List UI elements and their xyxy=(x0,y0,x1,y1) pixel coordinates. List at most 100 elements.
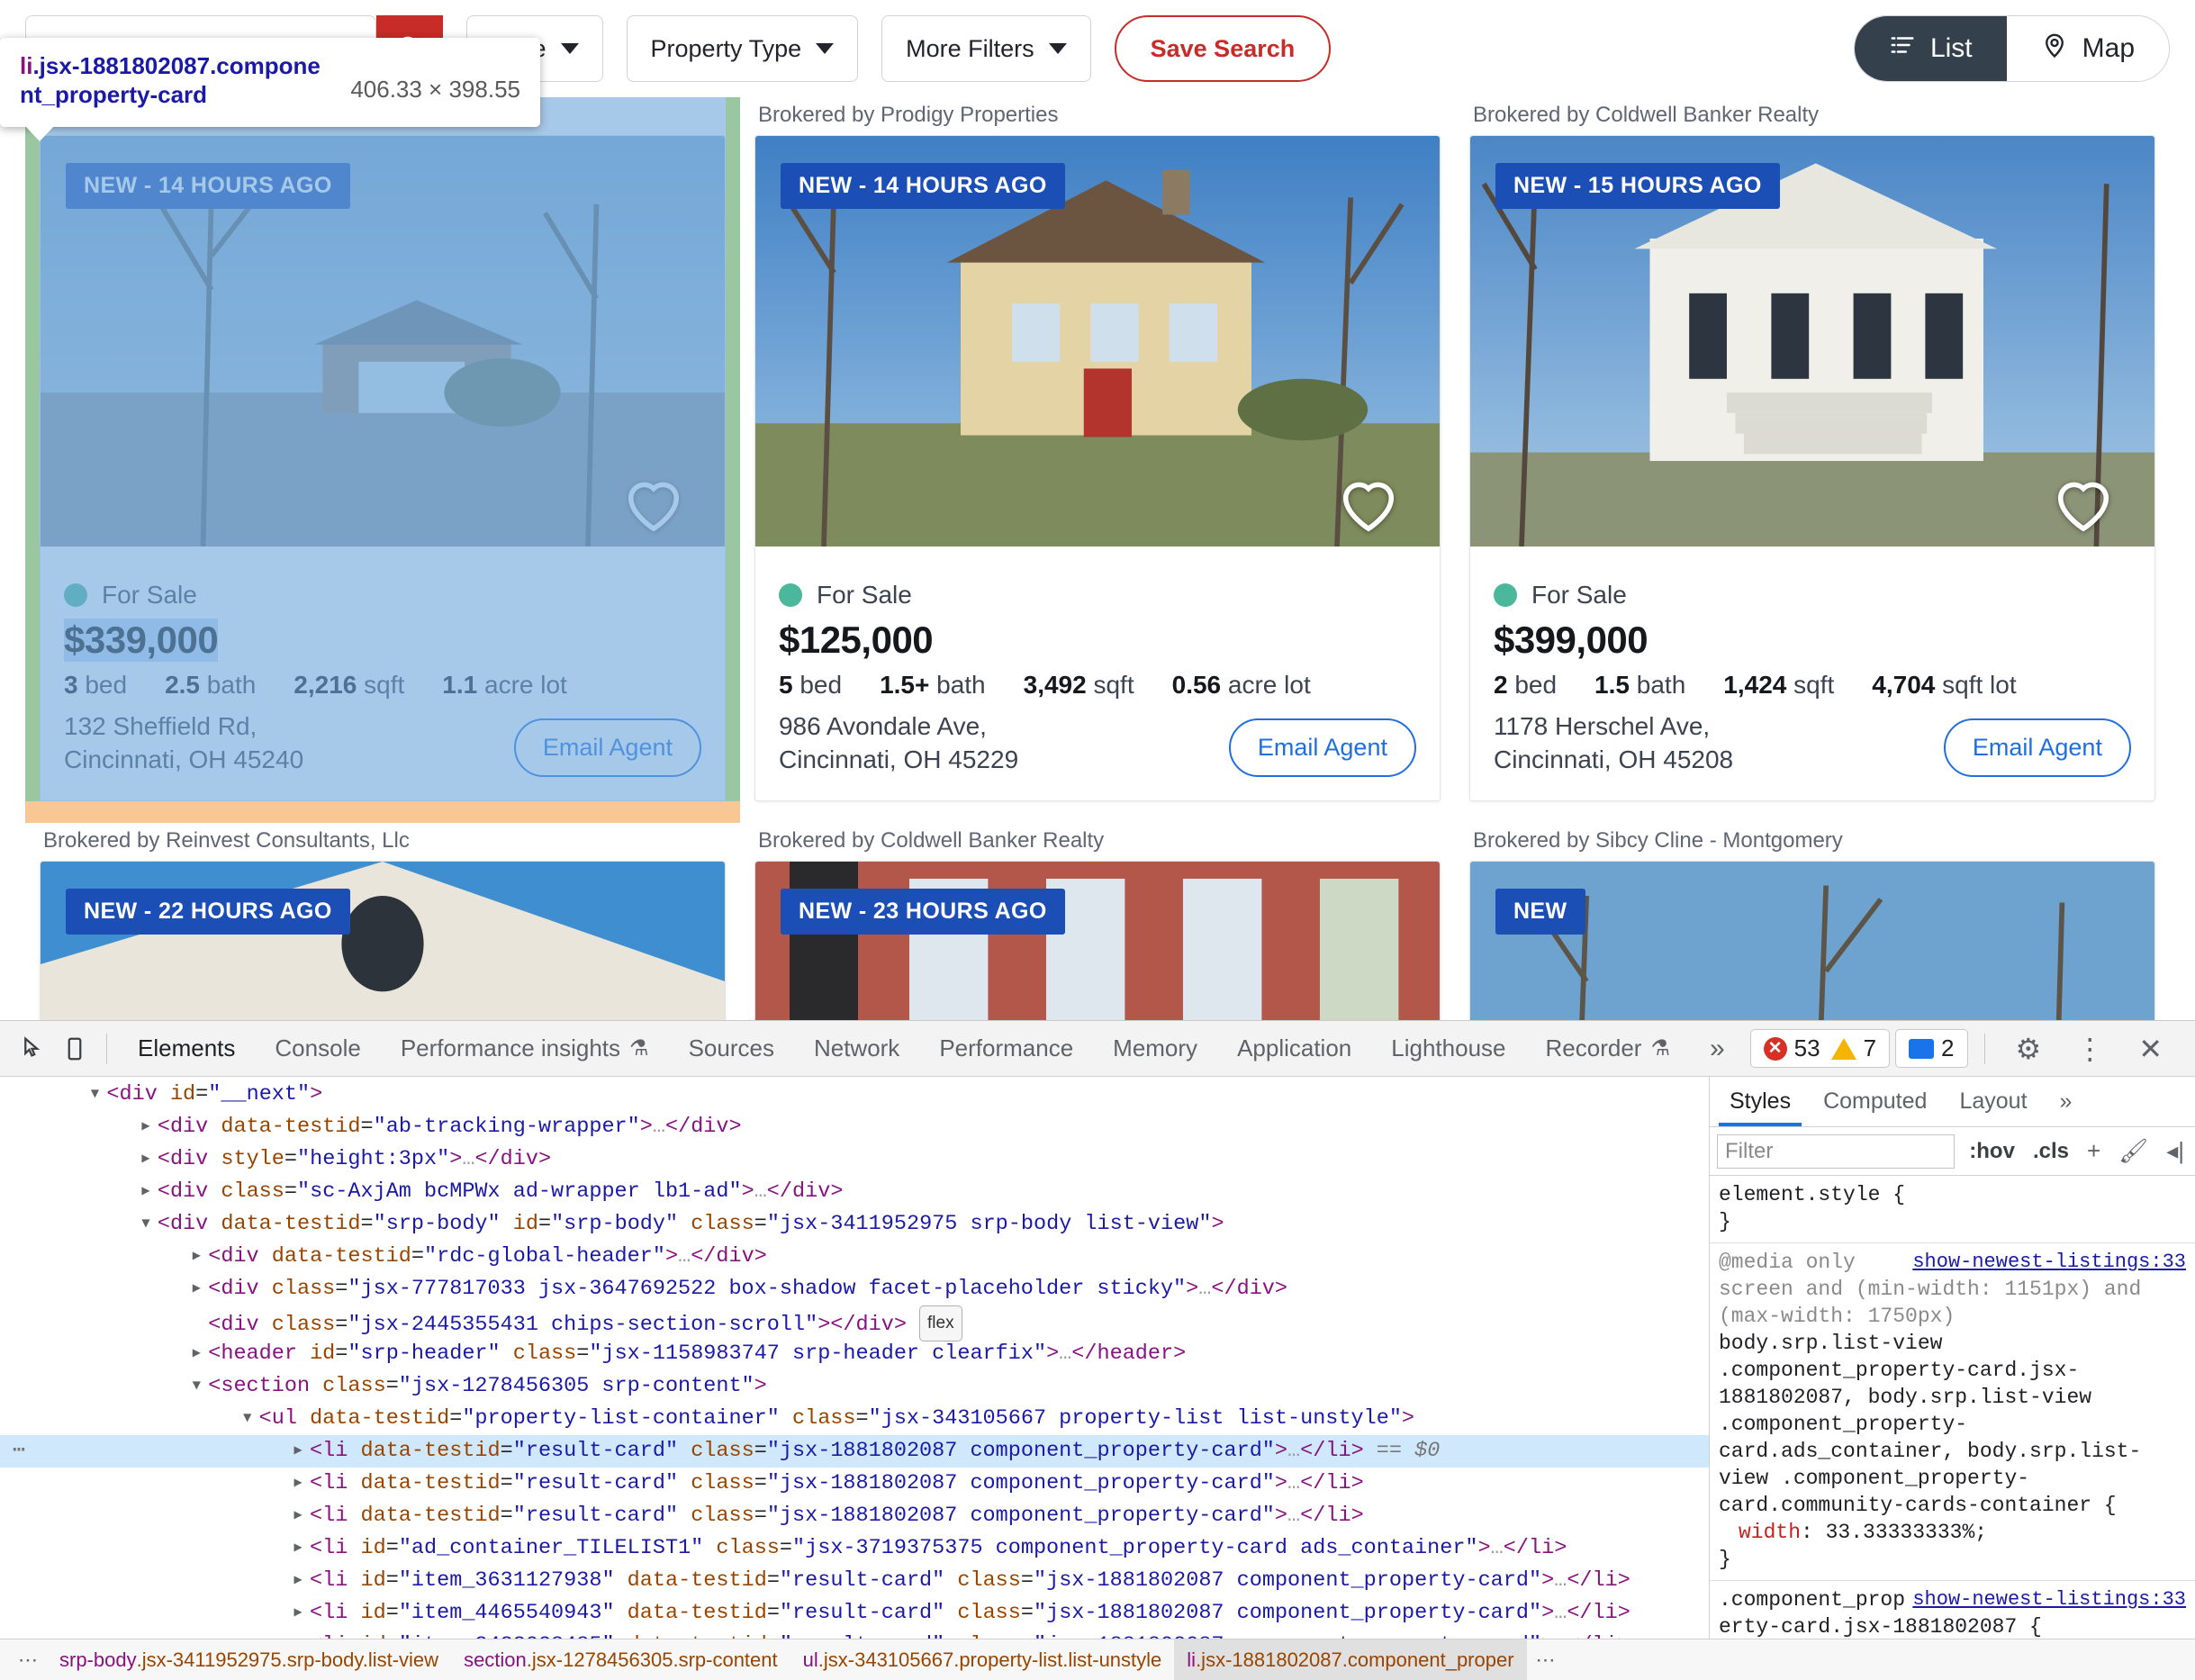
result-card[interactable]: Brokered by Coldwell Banker Realty NEW -… xyxy=(1455,97,2170,801)
device-toolbar-icon[interactable] xyxy=(54,1025,95,1072)
inspector-tooltip-selector: li.jsx-1881802087.component_property-car… xyxy=(20,52,329,109)
devtools-tab-performance-insights[interactable]: Performance insights ⚗ xyxy=(381,1021,669,1076)
card-shell[interactable]: NEW - 15 HOURS AGO For Sale $399,000 2 b… xyxy=(1468,135,2155,801)
hov-toggle[interactable]: :hov xyxy=(1965,1139,2019,1164)
view-toggle[interactable]: List Map xyxy=(1853,15,2170,82)
cls-toggle[interactable]: .cls xyxy=(2029,1139,2073,1164)
property-photo[interactable]: NEW - 15 HOURS AGO xyxy=(1469,136,2154,561)
favorite-heart-icon[interactable] xyxy=(620,471,687,537)
card-shell[interactable]: NEW - 14 HOURS AGO For Sale $125,000 5 b… xyxy=(754,135,1441,801)
dom-node-line[interactable]: ▸ <div class="sc-AxjAm bcMPWx ad-wrapper … xyxy=(0,1176,1709,1208)
status-dot-icon xyxy=(778,583,802,607)
add-rule-icon[interactable]: + xyxy=(2083,1137,2104,1165)
dom-breadcrumb[interactable]: ⋯ srp-body .jsx-3411952975.srp-body.list-v… xyxy=(0,1639,2195,1680)
dom-node-line[interactable]: ▸ <li id="item_3631127938" data-testid="r… xyxy=(0,1565,1709,1597)
css-declaration[interactable]: width: 33.33333333%; xyxy=(1719,1519,2186,1546)
dom-node-line[interactable]: ⋯ ▸ <li data-testid="result-card" class="… xyxy=(0,1435,1709,1468)
dom-node-line[interactable]: ▸ <li id="ad_container_TILELIST1" class="… xyxy=(0,1532,1709,1565)
tab-list-view[interactable]: List xyxy=(1854,16,2007,81)
property-photo[interactable]: NEW - 22 HOURS AGO xyxy=(41,861,725,1020)
favorite-heart-icon[interactable] xyxy=(2050,471,2117,537)
dom-node-line[interactable]: ▾ <div data-testid="srp-body" id="srp-bod… xyxy=(0,1208,1709,1241)
devtools-tab-elements[interactable]: Elements xyxy=(118,1021,255,1076)
save-search-button[interactable]: Save Search xyxy=(1114,15,1332,82)
devtools-tabs[interactable]: Elements Console Performance insights ⚗ Sour… xyxy=(118,1021,1690,1076)
filter-property-type[interactable]: Property Type xyxy=(626,15,859,82)
dom-node-line[interactable]: ▾ <ul data-testid="property-list-containe… xyxy=(0,1403,1709,1435)
styles-rules[interactable]: element.style {} show-newest-listings:33 @… xyxy=(1710,1176,2195,1639)
result-card[interactable]: Brokered by Comey & Shepherd xyxy=(25,97,740,823)
more-tabs-icon[interactable]: » xyxy=(1690,1034,1745,1064)
css-rule[interactable]: element.style {} xyxy=(1710,1176,2195,1243)
card-shell[interactable]: NEW - 14 HOURS AGO For Sale $339,000 3 b… xyxy=(40,135,726,801)
inspect-element-icon[interactable] xyxy=(13,1025,54,1072)
breadcrumb-item[interactable]: ul .jsx-343105667.property-list.list-unst… xyxy=(790,1639,1175,1680)
close-icon[interactable]: ✕ xyxy=(2124,1032,2177,1066)
email-agent-button[interactable]: Email Agent xyxy=(513,718,701,777)
issues-counters[interactable]: ✕ 53 7 xyxy=(1749,1029,1891,1068)
dom-node-line[interactable]: ▾ <div id="__next"> xyxy=(0,1079,1709,1111)
devtools-tab-lighthouse[interactable]: Lighthouse xyxy=(1371,1021,1525,1076)
devtools-tab-network[interactable]: Network xyxy=(794,1021,919,1076)
css-rule[interactable]: show-newest-listings:33 @media only scree… xyxy=(1710,1243,2195,1581)
devtools-panel: Elements Console Performance insights ⚗ Sour… xyxy=(0,1020,2195,1680)
card-shell[interactable]: NEW - 22 HOURS AGO xyxy=(40,860,726,1020)
property-photo[interactable]: NEW xyxy=(1469,861,2154,1020)
breadcrumb-item[interactable]: li .jsx-1881802087.component_proper xyxy=(1174,1639,1527,1680)
dom-node-line[interactable]: ▸ <div style="height:3px">…</div> xyxy=(0,1143,1709,1176)
dom-node-line[interactable]: ▾ <section class="jsx-1278456305 srp-cont… xyxy=(0,1370,1709,1403)
breadcrumb-item[interactable]: section .jsx-1278456305.srp-content xyxy=(451,1639,790,1680)
property-photo[interactable]: NEW - 23 HOURS AGO xyxy=(754,861,1440,1020)
kebab-menu-icon[interactable]: ⋮ xyxy=(2061,1032,2118,1066)
styles-tab-styles[interactable]: Styles xyxy=(1713,1077,1807,1126)
devtools-tab-recorder[interactable]: Recorder ⚗ xyxy=(1526,1021,1690,1076)
devtools-tab-performance[interactable]: Performance xyxy=(919,1021,1093,1076)
property-photo[interactable]: NEW - 14 HOURS AGO xyxy=(754,136,1440,561)
gear-icon[interactable]: ⚙ xyxy=(2001,1032,2056,1066)
sidebar-toggle-icon[interactable]: ◂| xyxy=(2163,1137,2188,1165)
devtools-tab-application[interactable]: Application xyxy=(1217,1021,1371,1076)
dom-node-line[interactable]: ▸ <header id="srp-header" class="jsx-1158… xyxy=(0,1338,1709,1370)
breadcrumb-ellipsis[interactable]: ⋯ xyxy=(1527,1648,1565,1672)
dom-node-line[interactable]: ▸ <div data-testid="rdc-global-header">…<… xyxy=(0,1241,1709,1273)
broker-label: Brokered by Sibcy Cline - Montgomery xyxy=(1472,827,1843,853)
devtools-tab-memory[interactable]: Memory xyxy=(1093,1021,1217,1076)
favorite-heart-icon[interactable] xyxy=(1335,471,1402,537)
email-agent-button[interactable]: Email Agent xyxy=(1228,718,1416,777)
filter-more-filters[interactable]: More Filters xyxy=(881,15,1091,82)
dom-tree[interactable]: ▾ <div id="__next"> ▸ <div data-testid="ab… xyxy=(0,1077,1709,1639)
email-agent-button[interactable]: Email Agent xyxy=(1943,718,2131,777)
dom-node-line[interactable]: <div class="jsx-2445355431 chips-section… xyxy=(0,1305,1709,1341)
card-shell[interactable]: NEW - 23 HOURS AGO xyxy=(754,860,1441,1020)
breadcrumb-ellipsis[interactable]: ⋯ xyxy=(9,1648,47,1672)
styles-more-tabs-icon[interactable]: » xyxy=(2044,1077,2089,1126)
error-counter[interactable]: ✕ 53 xyxy=(1763,1034,1820,1062)
styles-tabs[interactable]: Styles Computed Layout» xyxy=(1710,1077,2195,1127)
dom-node-line[interactable]: ▸<li id="item_3433028485" data-testid="r… xyxy=(0,1630,1709,1639)
messages-counter[interactable]: 2 xyxy=(1895,1029,1968,1068)
dom-node-line[interactable]: ▸ <div class="jsx-777817033 jsx-364769252… xyxy=(0,1273,1709,1305)
styles-tab-layout[interactable]: Layout xyxy=(1943,1077,2043,1126)
result-card[interactable]: Brokered by Sibcy Cline - Montgomery NEW xyxy=(1455,823,2170,1020)
styles-tab-computed[interactable]: Computed xyxy=(1807,1077,1943,1126)
dom-node-line[interactable]: ▸ <li data-testid="result-card" class="js… xyxy=(0,1468,1709,1500)
computed-style-icon[interactable]: 🖌 xyxy=(2115,1137,2152,1165)
dom-node-line[interactable]: ▸ <li id="item_4465540943" data-testid="r… xyxy=(0,1597,1709,1630)
property-photo[interactable]: NEW - 14 HOURS AGO xyxy=(41,136,725,561)
css-rule[interactable]: show-newest-listings:33 .component_proper… xyxy=(1710,1581,2195,1639)
result-card[interactable]: Brokered by Prodigy Properties NEW - 14 … xyxy=(740,97,1455,801)
breadcrumb-item[interactable]: srp-body .jsx-3411952975.srp-body.list-vi… xyxy=(47,1639,451,1680)
styles-filter-input[interactable]: Filter xyxy=(1717,1134,1956,1169)
css-rule-source[interactable]: show-newest-listings:33 xyxy=(1912,1249,2186,1276)
warning-counter[interactable]: 7 xyxy=(1830,1034,1876,1062)
devtools-tab-sources[interactable]: Sources xyxy=(669,1021,794,1076)
devtools-tab-console[interactable]: Console xyxy=(255,1021,380,1076)
card-shell[interactable]: NEW xyxy=(1468,860,2155,1020)
css-rule-source[interactable]: show-newest-listings:33 xyxy=(1912,1586,2186,1613)
result-card[interactable]: Brokered by Coldwell Banker Realty NEW -… xyxy=(740,823,1455,1020)
devtools-tab-label: Memory xyxy=(1113,1034,1198,1061)
dom-node-line[interactable]: ▸ <div data-testid="ab-tracking-wrapper">… xyxy=(0,1111,1709,1143)
dom-node-line[interactable]: ▸ <li data-testid="result-card" class="js… xyxy=(0,1500,1709,1532)
result-card[interactable]: Brokered by Reinvest Consultants, Llc NE… xyxy=(25,823,740,1020)
tab-map-view[interactable]: Map xyxy=(2006,16,2169,81)
